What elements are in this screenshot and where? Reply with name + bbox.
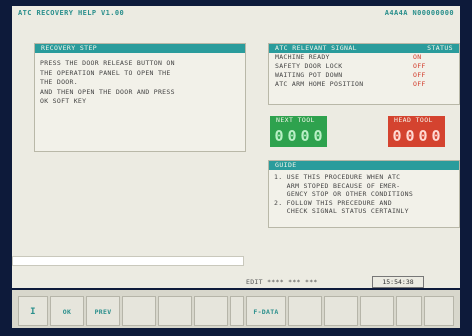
signal-status: ON [413,53,422,61]
signal-name: ATC ARM HOME POSITION [275,80,364,88]
softkey-11[interactable] [396,296,422,326]
clock: 15:54:38 [372,276,424,288]
head-tool-counter: HEAD TOOL 0 0 0 0 [388,116,445,147]
signal-status: OFF [413,71,426,79]
key-input-line[interactable] [12,256,244,266]
atc-signal-panel: ATC RELEVANT SIGNAL STATUS MACHINE READY… [268,43,460,105]
softkey-9[interactable] [324,296,358,326]
signal-row: SAFETY DOOR LOCK OFF [269,62,459,71]
status-bar: EDIT **** *** *** 15:54:38 [12,276,460,288]
softkey-prev[interactable]: PREV [86,296,120,326]
signal-row: MACHINE READY ON [269,53,459,62]
head-tool-digit: 0 [430,127,442,145]
next-tool-digit: 0 [312,127,324,145]
softkey-6[interactable] [230,296,244,326]
signal-name: WAITING POT DOWN [275,71,343,79]
head-tool-digit: 0 [391,127,403,145]
guide-panel: GUIDE 1. USE THIS PROCEDURE WHEN ATC ARM… [268,160,460,228]
screen-title: ATC RECOVERY HELP V1.00 [18,9,125,17]
cnc-screen: ATC RECOVERY HELP V1.00 A4A4A N00000000 … [12,6,460,276]
softkey-f-data[interactable]: F-DATA [246,296,286,326]
softkey-8[interactable] [288,296,322,326]
recovery-step-panel: RECOVERY STEP PRESS THE DOOR RELEASE BUT… [34,43,246,152]
head-tool-label: HEAD TOOL [388,116,445,125]
title-bar: ATC RECOVERY HELP V1.00 A4A4A N00000000 [12,6,460,20]
head-tool-digit: 0 [404,127,416,145]
head-tool-digits: 0 0 0 0 [388,125,445,147]
signal-status: OFF [413,62,426,70]
signal-header-status: STATUS [427,44,453,52]
next-tool-counter: NEXT TOOL 0 0 0 0 [270,116,327,147]
signal-header-label: ATC RELEVANT SIGNAL [275,44,357,52]
softkey-5[interactable] [194,296,228,326]
signal-header: ATC RELEVANT SIGNAL STATUS [269,44,459,53]
next-tool-label: NEXT TOOL [270,116,327,125]
signal-row: WAITING POT DOWN OFF [269,71,459,80]
head-tool-digit: 0 [417,127,429,145]
next-tool-digit: 0 [299,127,311,145]
next-tool-digit: 0 [273,127,285,145]
softkey-4[interactable] [158,296,192,326]
guide-header: GUIDE [269,161,459,170]
signal-name: SAFETY DOOR LOCK [275,62,343,70]
signal-row: ATC ARM HOME POSITION OFF [269,80,459,89]
program-info: A4A4A N00000000 [384,9,454,17]
signal-status: OFF [413,80,426,88]
softkey-bar: I OK PREV F-DATA [12,290,460,328]
recovery-step-text: PRESS THE DOOR RELEASE BUTTON ON THE OPE… [40,59,175,105]
softkey-return[interactable]: I [18,296,48,326]
recovery-step-header: RECOVERY STEP [35,44,245,53]
next-tool-digit: 0 [286,127,298,145]
softkey-next[interactable] [424,296,454,326]
softkey-ok[interactable]: OK [50,296,84,326]
edit-mode-indicator: EDIT **** *** *** [246,278,318,286]
next-tool-digits: 0 0 0 0 [270,125,327,147]
softkey-3[interactable] [122,296,156,326]
signal-name: MACHINE READY [275,53,330,61]
guide-text: 1. USE THIS PROCEDURE WHEN ATC ARM STOPE… [274,173,414,215]
softkey-10[interactable] [360,296,394,326]
